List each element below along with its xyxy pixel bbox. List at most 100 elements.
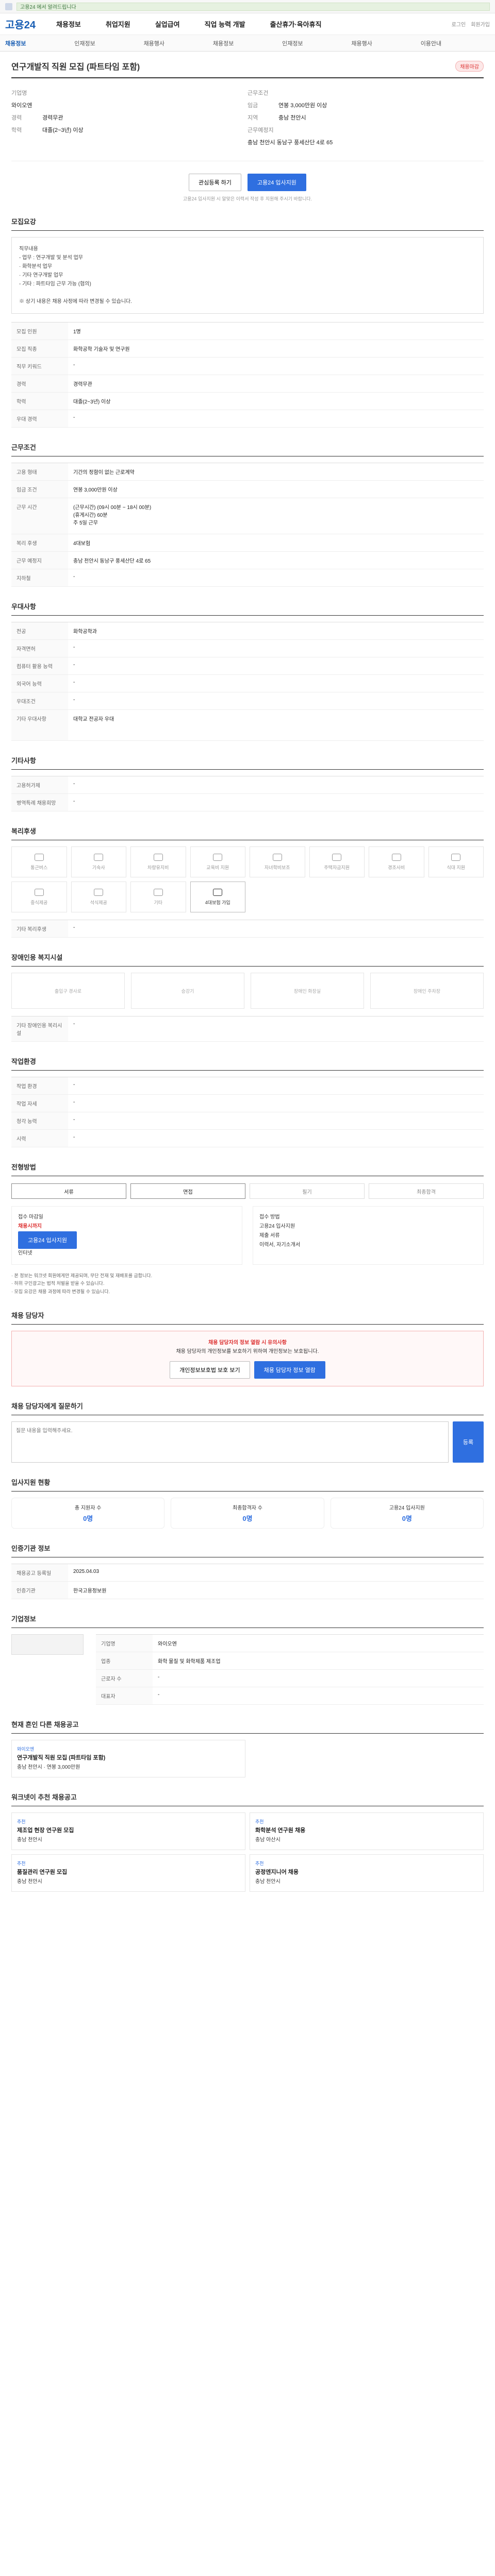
contact-view-button[interactable]: 채용 담당자 정보 열람 — [254, 1361, 325, 1379]
table-row: 복리 후생 4대보험 — [11, 534, 484, 552]
job-tag: 추천 — [17, 1819, 26, 1824]
row-label: 근무 예정지 — [11, 552, 68, 569]
row-label: 시력 — [11, 1130, 68, 1147]
apply-button[interactable]: 고용24 입사지원 — [247, 174, 306, 191]
row-label: 복리 후생 — [11, 534, 68, 551]
process-section: 전형방법 서류 면접 필기 최종합격 접수 마감일 채용시까지 고용24 입사지… — [11, 1162, 484, 1296]
nav-item-training[interactable]: 직업 능력 개발 — [205, 19, 245, 29]
row-value: 1명 — [73, 329, 81, 335]
tab-events[interactable]: 채용행사 — [144, 39, 213, 47]
row-label: 기타 복리후생 — [11, 920, 68, 937]
place-value: 충남 천안시 동남구 풍세산단 4로 65 — [248, 140, 333, 146]
company-label: 기업명 — [11, 90, 27, 96]
welfare-item-active: 4대보험 가입 — [190, 882, 245, 912]
row-label: 임금 조건 — [11, 481, 68, 498]
nav-item-jobs[interactable]: 채용정보 — [56, 19, 81, 29]
row-label: 기업명 — [96, 1634, 153, 1652]
table-row: 기타 장애인용 복리시설 - — [11, 1016, 484, 1042]
bookmark-button[interactable]: 관심등록 하기 — [189, 174, 241, 191]
etc-icon — [153, 888, 163, 896]
privacy-button[interactable]: 개인정보보호법 보호 보기 — [170, 1361, 250, 1379]
row-value: 연봉 3,000만원 이상 — [73, 487, 118, 493]
tab-talent-2[interactable]: 인재정보 — [282, 39, 351, 47]
util-links: 로그인 회원가입 — [452, 20, 490, 28]
nav-item-unemployment[interactable]: 실업급여 — [155, 19, 180, 29]
job-card[interactable]: 추천 화학분석 연구원 채용 충남 아산시 — [250, 1812, 484, 1850]
welfare-item: 차량유지비 — [130, 846, 186, 877]
table-row: 근무 예정지 충남 천안시 동남구 풍세산단 4로 65 — [11, 552, 484, 569]
company-logo — [11, 1634, 84, 1655]
table-row: 모집 직종 화학공학 기술자 및 연구원 — [11, 340, 484, 358]
job-card[interactable]: 추천 제조업 현장 연구원 모집 충남 천안시 — [11, 1812, 245, 1850]
child-icon — [272, 853, 282, 861]
apply-note: 고용24 입사지원 시 알맞은 이력서 작성 후 지원해 주시기 바랍니다. — [183, 196, 312, 201]
agency-table: 채용공고 등록일 2025.04.03 인증기관 한국고용정보원 — [11, 1563, 484, 1599]
signup-link[interactable]: 회원가입 — [471, 20, 490, 28]
nav-item-support[interactable]: 취업지원 — [106, 19, 130, 29]
job-tag: 와이오엔 — [17, 1746, 35, 1752]
step-final: 최종합격 — [369, 1183, 484, 1199]
section-title: 근무조건 — [11, 442, 484, 456]
table-row: 작업 자세 - — [11, 1095, 484, 1112]
row-value: 충남 천안시 동남구 풍세산단 4로 65 — [73, 558, 151, 564]
welfare-item: 기타 — [130, 882, 186, 912]
job-card[interactable]: 추천 품질관리 연구원 모집 충남 천안시 — [11, 1854, 245, 1892]
row-label: 학력 — [11, 393, 68, 410]
row-value: (근무시간) (09시 00분 ~ 18시 00분) (휴게시간) 60분 주 … — [73, 505, 152, 526]
disab-other: 기타 장애인용 복리시설 - — [11, 1016, 484, 1042]
table-row: 근무 시간 (근무시간) (09시 00분 ~ 18시 00분) (휴게시간) 6… — [11, 498, 484, 534]
etc-section: 기타사항 고용허가제 - 병역특례 채용희망 - — [11, 755, 484, 811]
career-label: 경력 — [11, 115, 22, 121]
career-value: 경력무관 — [42, 115, 63, 121]
section-title: 복리후생 — [11, 826, 484, 840]
logo[interactable]: 고용24 — [5, 16, 36, 31]
row-value: 화학공학과 — [73, 629, 97, 635]
apply-button-2[interactable]: 고용24 입사지원 — [18, 1231, 77, 1249]
row-value: 2025.04.03 — [73, 1568, 100, 1574]
step-interview: 면접 — [130, 1183, 245, 1199]
tab-events-2[interactable]: 채용행사 — [351, 39, 420, 47]
job-card[interactable]: 와이오엔 연구개발직 직원 모집 (파트타임 포함) 충남 천안시 · 연봉 3… — [11, 1739, 245, 1777]
table-row: 인증기관 한국고용정보원 — [11, 1581, 484, 1599]
row-value: - — [73, 415, 75, 420]
table-row: 학력 대졸(2~3년) 이상 — [11, 393, 484, 410]
step-document: 서류 — [11, 1183, 126, 1199]
recruit-section: 모집요강 직무내용 - 업무 : 연구개발 및 분석 업무 · 화학분석 업무 … — [11, 216, 484, 428]
tab-jobs[interactable]: 채용정보 — [5, 39, 74, 47]
job-card[interactable]: 추천 공정엔지니어 채용 충남 천안시 — [250, 1854, 484, 1892]
pref-section: 우대사항 전공 화학공학과 자격면허 - 컴퓨터 활용 능력 - 외국어 능력 - 우대… — [11, 601, 484, 741]
submit-question-button[interactable]: 등록 — [453, 1421, 484, 1463]
row-value: - — [158, 1691, 160, 1698]
table-row: 우대조건 - — [11, 692, 484, 710]
info-table: 모집 인원 1명 모집 직종 화학공학 기술자 및 연구원 직무 키워드 - 경력 경력… — [11, 322, 484, 428]
job-title: 공정엔지니어 채용 — [255, 1869, 299, 1876]
row-label: 병역특례 채용희망 — [11, 794, 68, 811]
tab-guide[interactable]: 이용안내 — [421, 39, 490, 47]
table-row: 지하철 - — [11, 569, 484, 587]
tab-talent[interactable]: 인재정보 — [74, 39, 143, 47]
region-label: 지역 — [248, 115, 258, 121]
deadline-box: 접수 마감일 채용시까지 고용24 입사지원 인터넷 — [11, 1206, 242, 1265]
login-link[interactable]: 로그인 — [452, 20, 466, 28]
corp-table: 기업명 와이오엔 업종 화학 물질 및 화학제품 제조업 근로자 수- 대표자 - — [96, 1634, 484, 1705]
table-row: 기업명 와이오엔 — [96, 1634, 484, 1652]
question-input[interactable] — [11, 1421, 449, 1463]
row-value: - — [73, 1021, 75, 1027]
row-value: 화학 물질 및 화학제품 제조업 — [158, 1658, 221, 1665]
row-value: - — [73, 799, 75, 804]
row-label: 직무 키워드 — [11, 358, 68, 375]
work-table: 작업 환경 - 작업 자세 - 청각 능력 - 시력 - — [11, 1077, 484, 1147]
row-value: 4대보험 — [73, 541, 91, 547]
tab-jobs-2[interactable]: 채용정보 — [213, 39, 282, 47]
row-value: - — [73, 925, 75, 930]
row-label: 근로자 수 — [96, 1669, 153, 1687]
row-label: 모집 인원 — [11, 323, 68, 340]
job-meta: 충남 천안시 — [17, 1878, 42, 1885]
nav-item-leave[interactable]: 출산휴가·육아휴직 — [270, 19, 322, 29]
stat-card: 총 지원자 수 0명 — [11, 1497, 165, 1529]
table-row: 외국어 능력 - — [11, 675, 484, 692]
welfare-label: 기타 — [154, 900, 163, 905]
bus-icon — [34, 853, 44, 861]
welfare-item: 주택자금지원 — [309, 846, 365, 877]
welfare-item: 통근버스 — [11, 846, 67, 877]
